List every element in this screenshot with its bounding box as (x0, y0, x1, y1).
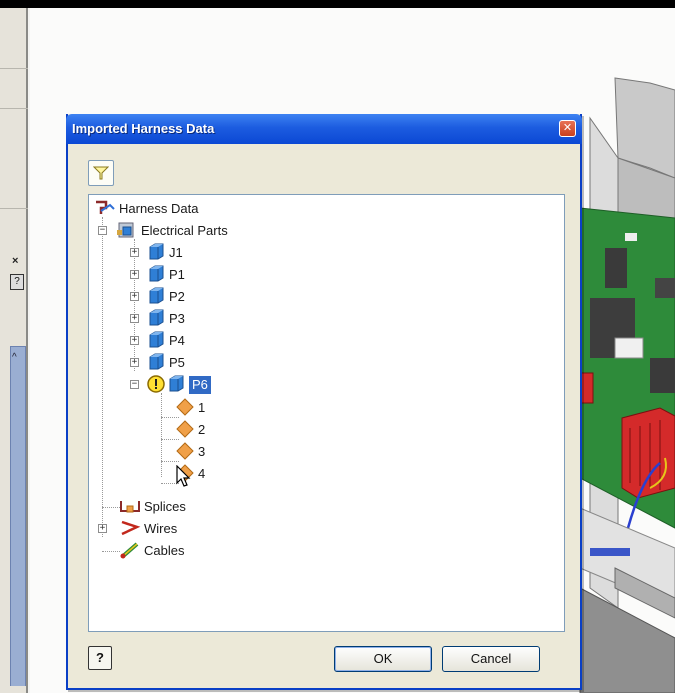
tree-guide-line (161, 393, 162, 477)
tree-node-pin-2[interactable]: 2 (175, 419, 206, 442)
help-icon: ? (96, 650, 104, 665)
panel-divider (0, 68, 28, 69)
splice-icon (119, 497, 141, 518)
panel-close-icon[interactable]: × (12, 255, 18, 267)
collapse-toggle[interactable]: − (98, 226, 107, 235)
tree-node-electrical-parts[interactable]: Electrical Parts (116, 221, 228, 241)
panel-collapse-icon[interactable]: ^ (12, 352, 17, 363)
tree-node-part-p6[interactable]: P6 (146, 374, 211, 397)
panel-divider (0, 208, 28, 209)
warning-icon (146, 374, 166, 397)
tree-node-part-p4[interactable]: P4 (146, 331, 185, 351)
part-cube-icon (146, 286, 166, 309)
tree-label-part: P3 (169, 311, 185, 326)
collapse-toggle[interactable]: − (130, 380, 139, 389)
tree-guide-line (102, 217, 103, 537)
close-button[interactable]: ✕ (559, 120, 576, 137)
tree-node-harness-data[interactable]: Harness Data (94, 199, 198, 219)
expand-toggle[interactable]: + (130, 248, 139, 257)
panel-divider (0, 108, 28, 109)
electrical-parts-icon (116, 221, 138, 242)
part-cube-icon (146, 264, 166, 287)
board-chip (655, 278, 675, 298)
tree-guide-line (102, 551, 120, 552)
tree-node-wires[interactable]: Wires (119, 519, 177, 539)
wire-icon (119, 519, 141, 540)
tree-node-pin-3[interactable]: 3 (175, 441, 206, 464)
tree-label-pin: 4 (198, 466, 206, 481)
pin-icon (175, 441, 195, 464)
harness-tree-view[interactable]: Harness Data − Electrical Parts + J1 + P… (88, 194, 565, 632)
filter-icon (93, 166, 109, 180)
tree-label-splices: Splices (144, 499, 186, 514)
tree-node-part-p3[interactable]: P3 (146, 309, 185, 329)
part-cube-icon (146, 308, 166, 331)
tree-label-electrical-parts: Electrical Parts (141, 223, 228, 238)
board-component (614, 337, 644, 359)
tree-label-part: P2 (169, 289, 185, 304)
panel-help-icon[interactable]: ? (10, 274, 24, 290)
dialog-title: Imported Harness Data (72, 121, 215, 136)
pin-icon (175, 419, 195, 442)
expand-toggle[interactable]: + (130, 292, 139, 301)
cable-icon (119, 541, 141, 562)
tree-node-part-j1[interactable]: J1 (146, 243, 183, 263)
part-cube-icon (146, 330, 166, 353)
expand-toggle[interactable]: + (98, 524, 107, 533)
tree-label-wires: Wires (144, 521, 178, 536)
board-chip (650, 358, 675, 393)
tree-node-splices[interactable]: Splices (119, 497, 186, 517)
help-button[interactable]: ? (88, 646, 112, 670)
cancel-button[interactable]: Cancel (442, 646, 540, 672)
ok-button[interactable]: OK (334, 646, 432, 672)
tree-label-part: P5 (169, 355, 185, 370)
part-cube-icon (146, 352, 166, 375)
tree-node-part-p5[interactable]: P5 (146, 353, 185, 373)
left-dock-panel: × ? ^ (0, 8, 28, 693)
tree-node-pin-1[interactable]: 1 (175, 397, 206, 420)
mouse-cursor-icon (176, 465, 191, 487)
pin-icon (175, 397, 195, 420)
tree-label-pin: 2 (198, 422, 206, 437)
tree-guide-line (102, 507, 120, 508)
browser-panel-tab[interactable] (10, 346, 26, 686)
tree-label-pin: 1 (198, 400, 206, 415)
tree-label-pin: 3 (198, 444, 206, 459)
part-cube-icon (146, 242, 166, 265)
dialog-title-bar[interactable]: Imported Harness Data ✕ (66, 114, 582, 144)
part-cube-icon (166, 374, 186, 397)
tree-guide-line (134, 239, 135, 371)
board-chip (605, 248, 627, 288)
expand-toggle[interactable]: + (130, 336, 139, 345)
board-component (625, 233, 637, 241)
tree-label-part: J1 (169, 245, 183, 260)
tree-label-cables: Cables (144, 543, 185, 558)
filter-button[interactable] (88, 160, 114, 186)
tree-label-part: P1 (169, 267, 185, 282)
tree-label-harness-data: Harness Data (119, 201, 199, 216)
tree-node-part-p1[interactable]: P1 (146, 265, 185, 285)
tree-label-part-selected: P6 (189, 376, 211, 394)
expand-toggle[interactable]: + (130, 314, 139, 323)
harness-icon (94, 199, 116, 220)
tree-node-cables[interactable]: Cables (119, 541, 184, 561)
tree-node-part-p2[interactable]: P2 (146, 287, 185, 307)
blue-connector (590, 548, 630, 556)
expand-toggle[interactable]: + (130, 270, 139, 279)
expand-toggle[interactable]: + (130, 358, 139, 367)
tree-label-part: P4 (169, 333, 185, 348)
close-icon: ✕ (562, 122, 573, 134)
imported-harness-data-dialog: Imported Harness Data ✕ Harness Data − E… (66, 114, 582, 690)
